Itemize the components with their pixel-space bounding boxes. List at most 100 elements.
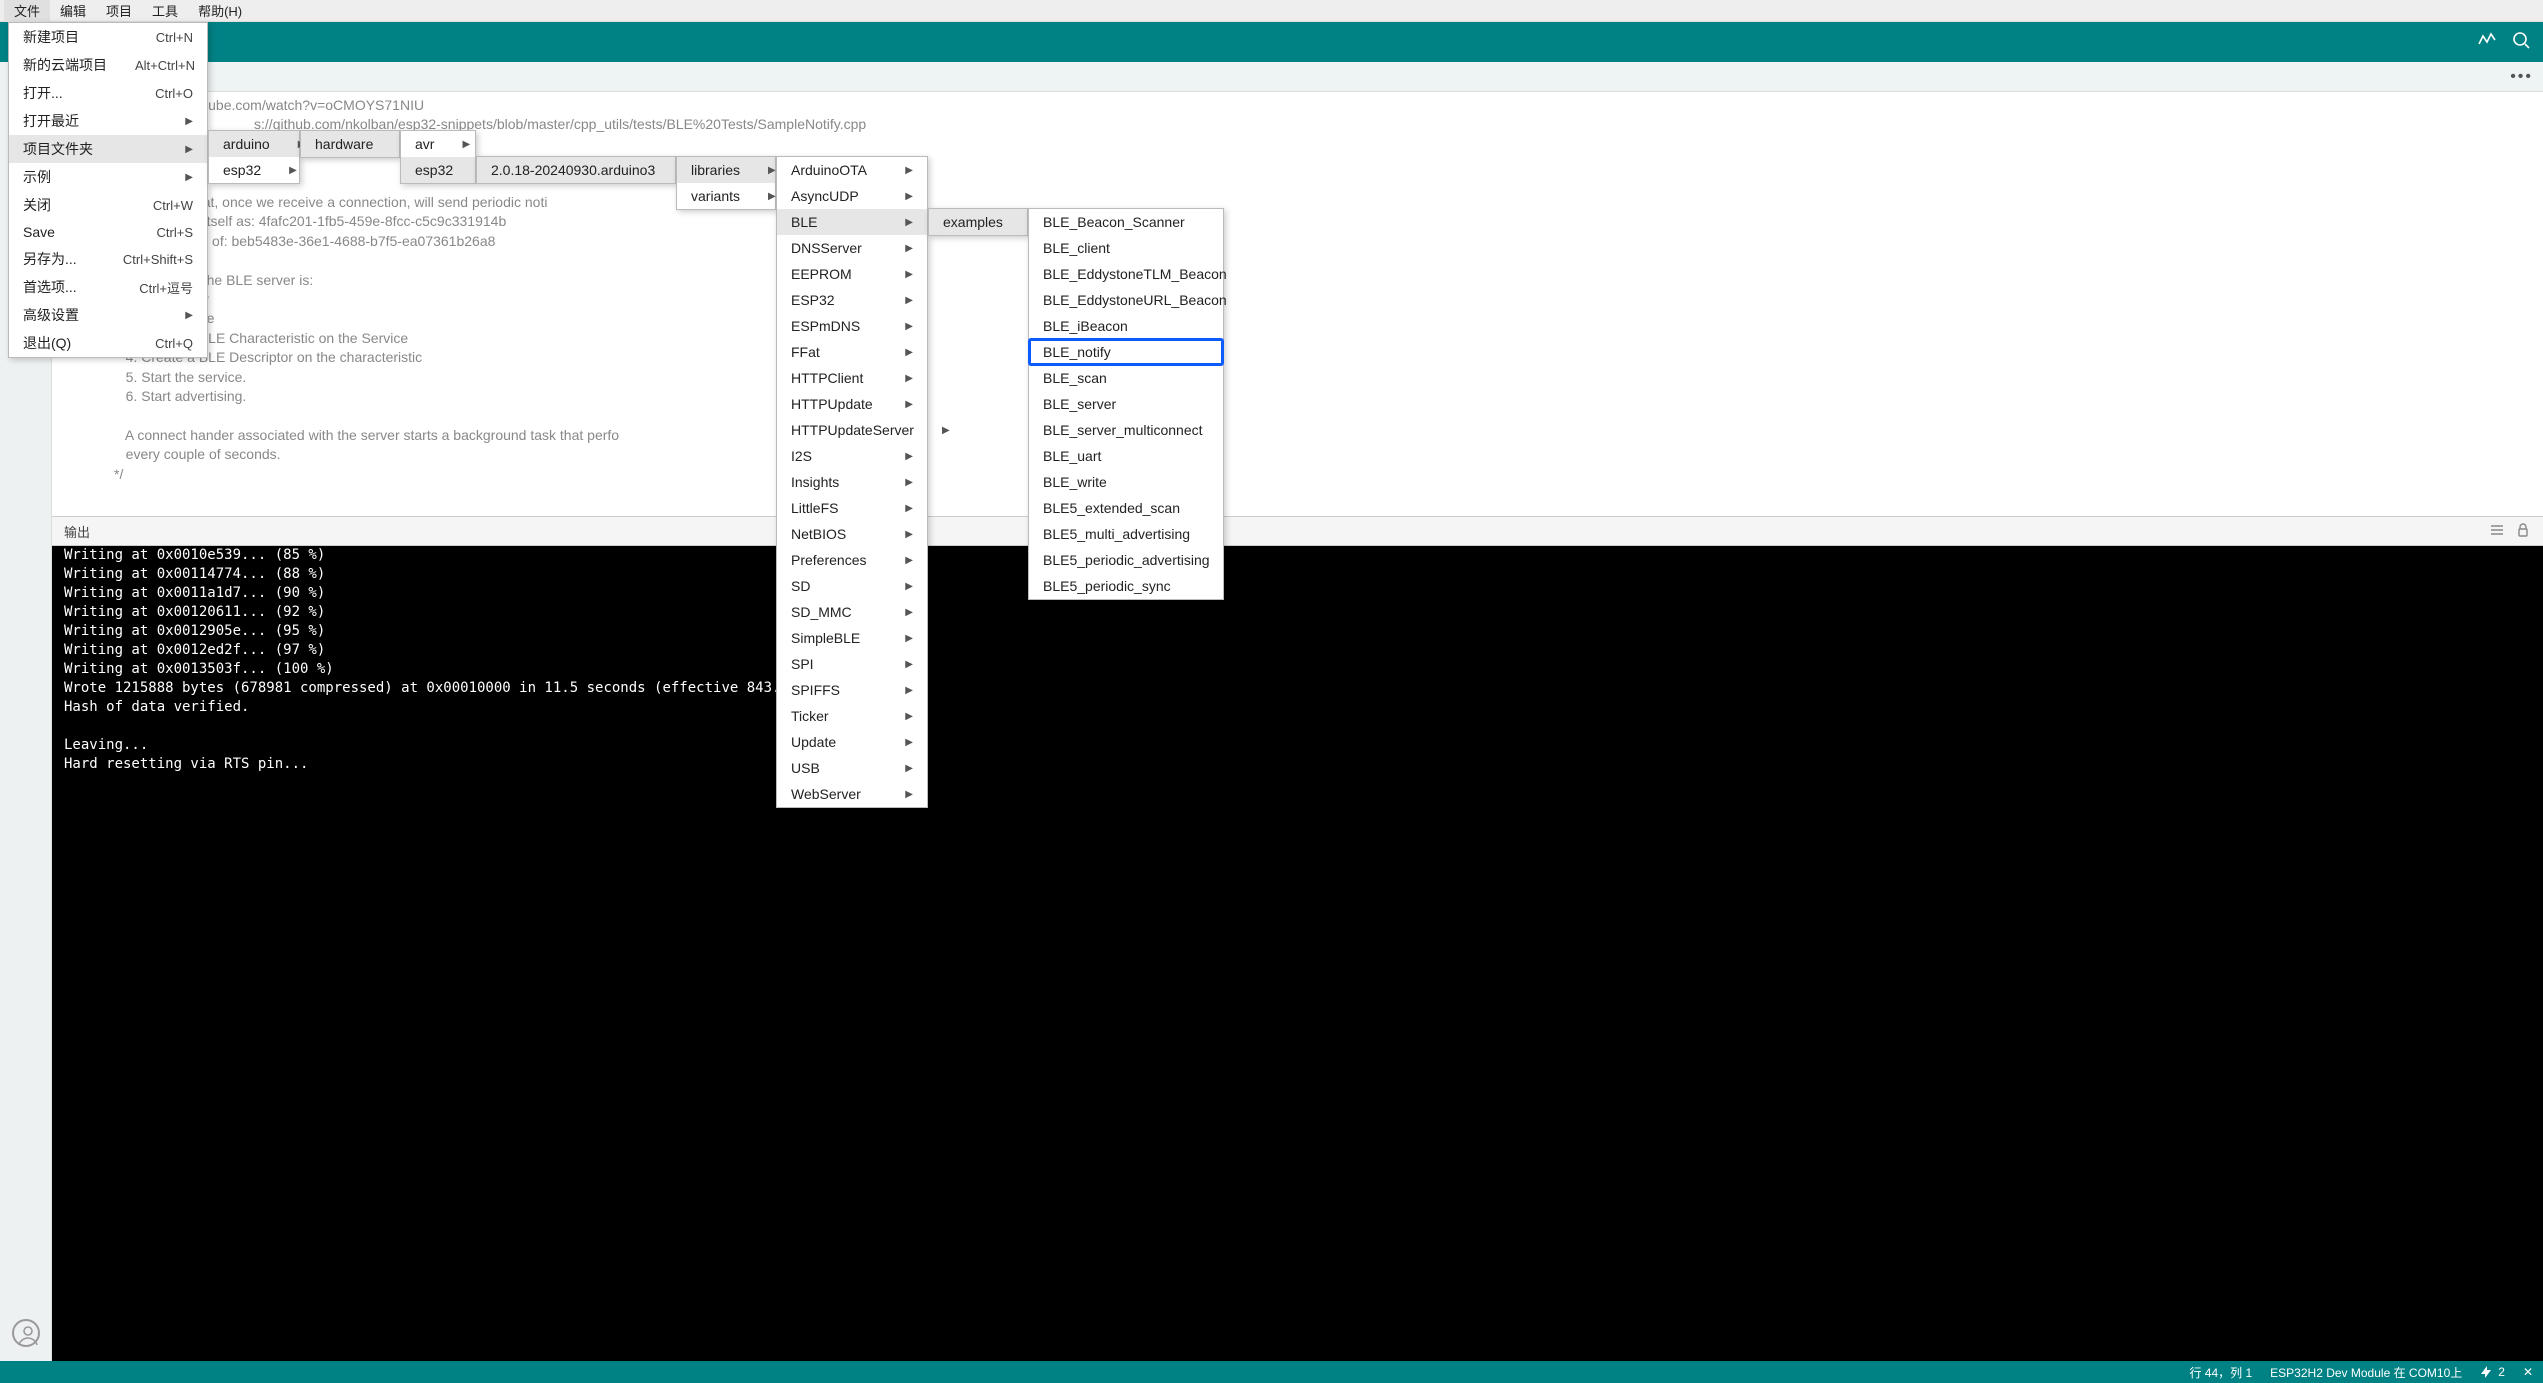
submenu-arrow-icon: ▶ (905, 165, 913, 176)
libraries-item[interactable]: HTTPClient▶ (777, 365, 927, 391)
tab-overflow-icon[interactable]: ••• (2510, 68, 2533, 86)
libraries-item[interactable]: WebServer▶ (777, 781, 927, 807)
libraries-item[interactable]: I2S▶ (777, 443, 927, 469)
libraries-item[interactable]: Preferences▶ (777, 547, 927, 573)
output-lock-icon[interactable] (2515, 522, 2531, 541)
file-menu-item[interactable]: 打开... Ctrl+O (9, 79, 207, 107)
libraries-item[interactable]: BLE▶ (777, 209, 927, 235)
ble-item[interactable]: examples▶ (929, 209, 1027, 235)
file-menu-label: 另存为... (23, 249, 77, 269)
serial-monitor-icon[interactable] (2511, 30, 2531, 55)
file-menu-item[interactable]: SaveCtrl+S (9, 219, 207, 245)
examples-item[interactable]: BLE5_extended_scan (1029, 495, 1223, 521)
file-menu-item[interactable]: 另存为... Ctrl+Shift+S (9, 245, 207, 273)
examples-item[interactable]: BLE_scan (1029, 365, 1223, 391)
file-menu-label: 打开... (23, 83, 63, 103)
account-avatar[interactable] (12, 1319, 40, 1347)
menu-sketch[interactable]: 项目 (96, 0, 142, 22)
submenu-arrow-icon: ▶ (905, 711, 913, 722)
sketchbook-item[interactable]: arduino▶ (209, 131, 299, 157)
examples-label: BLE_EddystoneURL_Beacon (1043, 292, 1227, 308)
libraries-item[interactable]: HTTPUpdate▶ (777, 391, 927, 417)
libraries-label: DNSServer (791, 240, 862, 256)
status-notifications[interactable]: 2 (2480, 1365, 2505, 1379)
examples-label: BLE_EddystoneTLM_Beacon (1043, 266, 1227, 282)
submenu-arrow-icon: ▶ (905, 685, 913, 696)
file-menu-item[interactable]: 新建项目Ctrl+N (9, 23, 207, 51)
libraries-item[interactable]: SPI▶ (777, 651, 927, 677)
output-wrap-icon[interactable] (2489, 522, 2505, 541)
libraries-item[interactable]: NetBIOS▶ (777, 521, 927, 547)
sketchbook-item[interactable]: esp32▶ (209, 157, 299, 183)
examples-item[interactable]: BLE_write (1029, 469, 1223, 495)
libraries-item[interactable]: SimpleBLE▶ (777, 625, 927, 651)
toolbar: H2 Dev Module (0, 22, 2543, 62)
libraries-item[interactable]: Update▶ (777, 729, 927, 755)
menu-tools[interactable]: 工具 (142, 0, 188, 22)
esp32-item[interactable]: 2.0.18-20240930.arduino3▶ (477, 157, 675, 183)
submenu-arrow-icon: ▶ (768, 191, 776, 202)
examples-item[interactable]: BLE_client (1029, 235, 1223, 261)
submenu-arrow-icon: ▶ (289, 165, 297, 176)
libraries-label: WebServer (791, 786, 861, 802)
examples-item[interactable]: BLE5_periodic_sync (1029, 573, 1223, 599)
submenu-arrow-icon: ▶ (905, 373, 913, 384)
file-menu-item[interactable]: 新的云端项目Alt+Ctrl+N (9, 51, 207, 79)
tab-strip: ••• (0, 62, 2543, 92)
file-menu-item[interactable]: 示例▶ (9, 163, 207, 191)
menu-help[interactable]: 帮助(H) (188, 0, 252, 22)
libraries-label: ArduinoOTA (791, 162, 867, 178)
file-menu-item[interactable]: 项目文件夹▶ (9, 135, 207, 163)
libraries-item[interactable]: ArduinoOTA ▶ (777, 157, 927, 183)
version-item[interactable]: variants▶ (677, 183, 775, 209)
examples-submenu: BLE_Beacon_ScannerBLE_clientBLE_Eddyston… (1028, 208, 1224, 600)
libraries-item[interactable]: SPIFFS▶ (777, 677, 927, 703)
file-menu-item[interactable]: 打开最近▶ (9, 107, 207, 135)
file-menu-item[interactable]: 高级设置▶ (9, 301, 207, 329)
file-menu-label: 首选项... (23, 277, 77, 297)
hardware-item[interactable]: esp32▶ (401, 157, 475, 183)
libraries-item[interactable]: Ticker▶ (777, 703, 927, 729)
file-menu-item[interactable]: 关闭Ctrl+W (9, 191, 207, 219)
examples-item[interactable]: BLE_server_multiconnect (1029, 417, 1223, 443)
hardware-item[interactable]: avr▶ (401, 131, 475, 157)
examples-label: BLE_server_multiconnect (1043, 422, 1203, 438)
libraries-item[interactable]: HTTPUpdateServer▶ (777, 417, 927, 443)
examples-item[interactable]: BLE_notify (1029, 339, 1223, 365)
examples-item[interactable]: BLE5_multi_advertising (1029, 521, 1223, 547)
libraries-item[interactable]: LittleFS▶ (777, 495, 927, 521)
libraries-item[interactable]: SD_MMC▶ (777, 599, 927, 625)
examples-label: BLE5_periodic_advertising (1043, 552, 1210, 568)
examples-item[interactable]: BLE_Beacon_Scanner (1029, 209, 1223, 235)
examples-item[interactable]: BLE_server (1029, 391, 1223, 417)
status-board[interactable]: ESP32H2 Dev Module 在 COM10上 (2270, 1364, 2462, 1381)
libraries-item[interactable]: AsyncUDP▶ (777, 183, 927, 209)
shortcut-label: Ctrl+O (155, 86, 193, 101)
libraries-item[interactable]: Insights▶ (777, 469, 927, 495)
libraries-item[interactable]: USB▶ (777, 755, 927, 781)
version-item[interactable]: libraries▶ (677, 157, 775, 183)
libraries-item[interactable]: DNSServer▶ (777, 235, 927, 261)
examples-item[interactable]: BLE5_periodic_advertising (1029, 547, 1223, 573)
menu-edit[interactable]: 编辑 (50, 0, 96, 22)
examples-item[interactable]: BLE_EddystoneTLM_Beacon (1029, 261, 1223, 287)
menu-file[interactable]: 文件 (4, 0, 50, 22)
libraries-item[interactable]: EEPROM▶ (777, 261, 927, 287)
shortcut-label: Ctrl+Shift+S (123, 252, 193, 267)
file-menu-item[interactable]: 首选项...Ctrl+逗号 (9, 273, 207, 301)
serial-plotter-icon[interactable] (2477, 30, 2497, 55)
examples-item[interactable]: BLE_iBeacon (1029, 313, 1223, 339)
status-close-icon[interactable]: ✕ (2523, 1365, 2533, 1379)
status-notif-count: 2 (2498, 1365, 2505, 1379)
libraries-item[interactable]: ESP32▶ (777, 287, 927, 313)
arduino-item[interactable]: hardware▶ (301, 131, 399, 157)
arduino-submenu: hardware▶ (300, 130, 400, 158)
file-menu-item[interactable]: 退出(Q)Ctrl+Q (9, 329, 207, 357)
examples-item[interactable]: BLE_EddystoneURL_Beacon (1029, 287, 1223, 313)
libraries-label: BLE (791, 214, 817, 230)
libraries-item[interactable]: SD▶ (777, 573, 927, 599)
examples-item[interactable]: BLE_uart (1029, 443, 1223, 469)
output-console[interactable]: Writing at 0x0010e539... (85 %) Writing … (52, 546, 2543, 1361)
libraries-item[interactable]: FFat▶ (777, 339, 927, 365)
libraries-item[interactable]: ESPmDNS▶ (777, 313, 927, 339)
